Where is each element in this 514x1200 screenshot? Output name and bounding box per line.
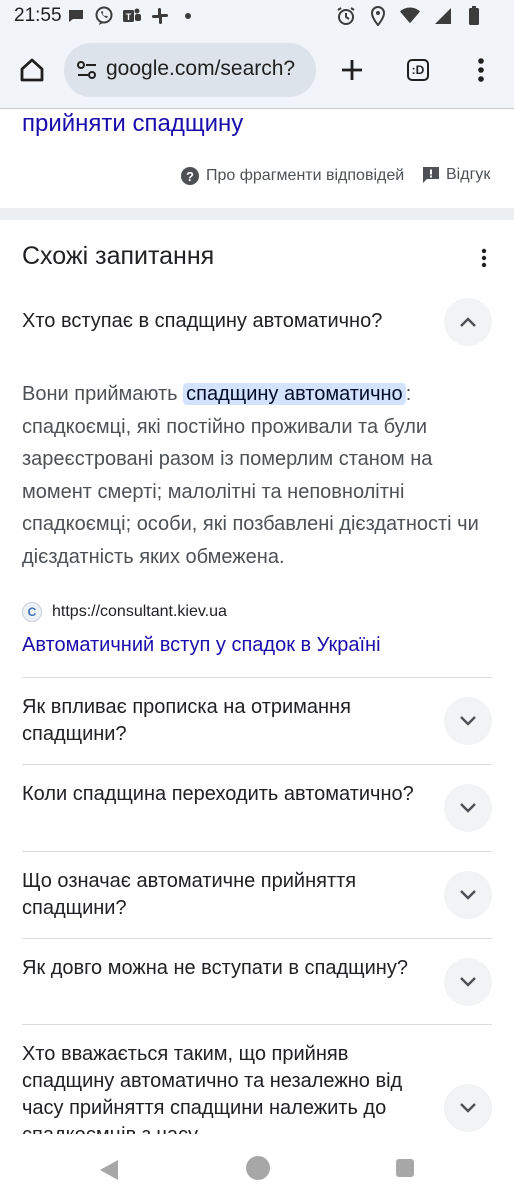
answer-rest: : спадкоємці, які постійно проживали та … <box>22 383 479 568</box>
battery-icon <box>464 6 484 26</box>
home-nav-icon[interactable] <box>246 1156 270 1180</box>
site-favicon-icon: C <box>22 602 42 622</box>
previous-result-link[interactable]: прийняти спадщину <box>22 110 243 138</box>
related-questions-title: Схожі запитання <box>22 242 215 270</box>
answer-text: Вони приймають спадщину автоматично: спа… <box>22 378 498 573</box>
home-icon <box>20 58 44 82</box>
system-navigation-bar <box>0 1140 514 1200</box>
feedback-label: Відгук <box>446 166 491 183</box>
chevron-down-icon <box>460 716 476 726</box>
chevron-down-icon <box>460 890 476 900</box>
new-tab-button[interactable] <box>334 52 370 88</box>
feedback-button[interactable]: Відгук <box>422 166 490 184</box>
chat-bubble-icon <box>66 6 86 26</box>
more-vert-icon <box>478 58 484 82</box>
answer-highlight: спадщину автоматично <box>183 383 406 405</box>
status-time: 21:55 <box>14 5 62 26</box>
expand-button[interactable] <box>444 958 492 1006</box>
address-bar[interactable]: google.com/search? <box>64 43 316 97</box>
recents-icon[interactable] <box>396 1159 414 1177</box>
location-icon <box>368 6 388 26</box>
question-item[interactable]: Коли спадщина переходить автоматично? <box>22 765 492 851</box>
question-text: Хто вважається таким, що прийняв спадщин… <box>22 1043 403 1134</box>
question-item[interactable]: Як впливає прописка на отримання спадщин… <box>22 678 492 764</box>
toolbar-divider <box>0 108 514 109</box>
alarm-icon <box>336 6 356 26</box>
question-text: Що означає автоматичне прийняття спадщин… <box>22 870 357 919</box>
svg-text:T: T <box>126 12 132 22</box>
question-text: Як впливає прописка на отримання спадщин… <box>22 696 351 745</box>
question-item[interactable]: Що означає автоматичне прийняття спадщин… <box>22 852 492 938</box>
section-divider <box>0 208 514 220</box>
more-vert-icon <box>481 248 487 268</box>
question-text: Коли спадщина переходить автоматично? <box>22 783 414 805</box>
viber-icon <box>94 6 114 26</box>
chevron-down-icon <box>460 1103 476 1113</box>
chevron-down-icon <box>460 803 476 813</box>
question-expanded[interactable]: Хто вступає в спадщину автоматично? <box>22 298 492 346</box>
teams-icon: T <box>122 6 142 26</box>
expand-button[interactable] <box>444 1084 492 1132</box>
source-title-link[interactable]: Автоматичний вступ у спадок в Україні <box>22 634 381 657</box>
expand-button[interactable] <box>444 871 492 919</box>
svg-text:?: ? <box>186 169 194 184</box>
answer-lead: Вони приймають <box>22 383 184 405</box>
wifi-icon <box>400 6 420 26</box>
slack-icon <box>150 6 170 26</box>
expand-button[interactable] <box>444 697 492 745</box>
question-item[interactable]: Як довго можна не вступати в спадщину? <box>22 939 492 1025</box>
snippet-footer: ? Про фрагменти відповідей Відгук <box>0 160 514 192</box>
url-text: google.com/search? <box>106 57 296 80</box>
question-text: Хто вступає в спадщину автоматично? <box>22 310 383 332</box>
tab-count: :D <box>407 59 429 81</box>
browser-toolbar: google.com/search? :D <box>0 32 514 108</box>
expand-button[interactable] <box>444 784 492 832</box>
browser-menu-button[interactable] <box>466 52 496 88</box>
collapse-button[interactable] <box>444 298 492 346</box>
signal-icon <box>432 6 452 26</box>
chevron-down-icon <box>460 977 476 987</box>
back-icon[interactable] <box>98 1158 120 1182</box>
tab-switcher-button[interactable]: :D <box>400 52 436 88</box>
site-settings-icon[interactable] <box>76 59 98 81</box>
status-bar: 21:55 T <box>0 0 514 32</box>
source-url: https://consultant.kiev.ua <box>52 603 227 620</box>
dot-icon <box>178 6 198 26</box>
plus-icon <box>342 60 362 80</box>
help-icon: ? <box>181 167 199 185</box>
about-snippets-label: Про фрагменти відповідей <box>206 167 405 184</box>
about-snippets-button[interactable]: ? Про фрагменти відповідей <box>180 166 404 186</box>
chevron-up-icon <box>460 317 476 327</box>
feedback-icon <box>423 167 439 183</box>
question-item[interactable]: Хто вважається таким, що прийняв спадщин… <box>22 1025 492 1134</box>
related-questions-more-button[interactable] <box>474 246 494 270</box>
home-button[interactable] <box>14 52 50 88</box>
question-text: Як довго можна не вступати в спадщину? <box>22 957 408 979</box>
answer-source[interactable]: C https://consultant.kiev.ua <box>22 600 227 624</box>
